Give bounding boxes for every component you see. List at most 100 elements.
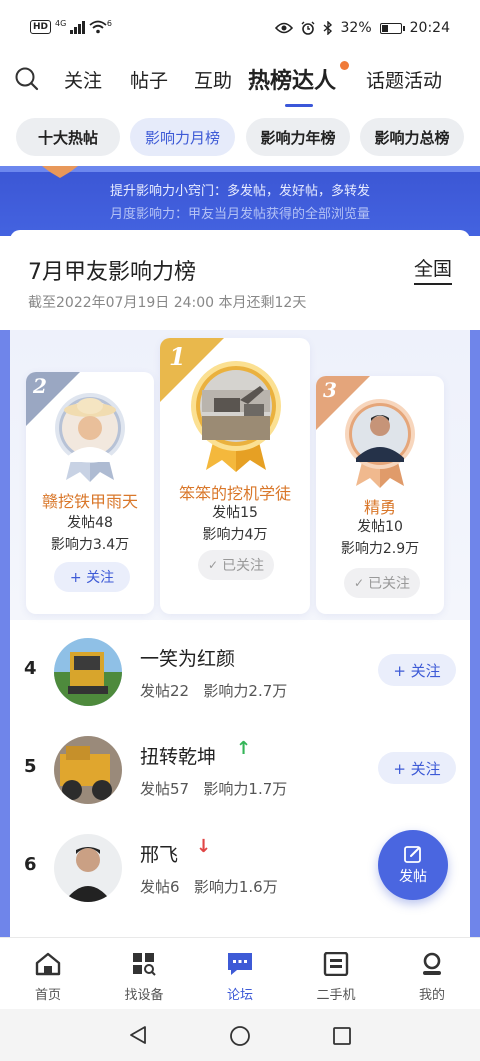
check-icon: ✓ — [353, 576, 365, 590]
tab-follow[interactable]: 关注 — [64, 66, 102, 93]
row-name[interactable]: 邢飞 — [140, 840, 178, 867]
row-name[interactable]: 一笑为红颜 — [140, 644, 235, 671]
alarm-icon — [301, 21, 315, 35]
bottom-tab-equipment[interactable]: 找设备 — [104, 952, 184, 1003]
row-rank: 5 — [24, 756, 37, 777]
system-navigation-bar — [0, 1009, 480, 1061]
tab-hot-ranking[interactable]: 热榜达人 — [248, 63, 336, 95]
row-influence: 影响力1.6万 — [193, 878, 278, 896]
home-circle-icon[interactable] — [229, 1025, 251, 1047]
tab-posts[interactable]: 帖子 — [130, 66, 168, 93]
bronze-medal-avatar — [345, 399, 415, 488]
row-posts: 发帖57 — [140, 780, 190, 798]
banner-desc: 月度影响力：甲友当月发帖获得的全部浏览量 — [109, 207, 370, 222]
followed-button-3[interactable]: ✓ 已关注 — [344, 568, 420, 598]
bottom-tab-label: 二手机 — [316, 988, 356, 1003]
bottom-tab-profile[interactable]: 我的 — [392, 952, 472, 1003]
new-post-button[interactable]: 发帖 — [378, 830, 448, 900]
bottom-tab-home[interactable]: 首页 — [8, 952, 88, 1003]
bottom-tab-used[interactable]: 二手机 — [296, 951, 376, 1003]
podium-posts-3: 发帖10 — [357, 519, 403, 535]
pill-total[interactable]: 影响力总榜 — [360, 118, 464, 156]
pill-top-ten[interactable]: 十大热帖 — [16, 118, 120, 156]
top-nav: 关注 帖子 互助 热榜达人 话题活动 — [0, 56, 480, 108]
tips-banner: 提升影响力小窍门：多发帖，发好帖，多转发 月度影响力：甲友当月发帖获得的全部浏览… — [0, 166, 480, 236]
rank-number-2: 2 — [33, 374, 47, 398]
tab-help[interactable]: 互助 — [194, 66, 232, 93]
new-post-label: 发帖 — [399, 869, 427, 885]
tab-topics[interactable]: 话题活动 — [366, 66, 442, 93]
followed-label-1: 已关注 — [222, 558, 265, 574]
row-posts: 发帖6 — [140, 878, 180, 896]
bottom-tab-bar: 首页 找设备 论坛 二手机 我的 — [0, 937, 480, 1009]
avatar — [54, 638, 122, 706]
silver-medal-avatar — [55, 393, 125, 482]
bottom-tab-label: 我的 — [418, 988, 445, 1003]
network-label: 4G — [55, 18, 67, 28]
hd-icon: HD — [30, 20, 52, 34]
list-item[interactable]: 4 一笑为红颜 发帖22 影响力2.7万 + 关注 — [10, 624, 470, 720]
ranking-header: 7月甲友影响力榜 全国 截至2022年07月19日 24:00 本月还剩12天 — [10, 230, 470, 330]
bottom-tab-forum[interactable]: 论坛 — [200, 952, 280, 1003]
follow-button[interactable]: + 关注 — [378, 752, 456, 784]
gold-medal-avatar — [191, 361, 281, 472]
podium-card-2[interactable]: 2 赣挖铁甲雨天 发帖48 影响力3.4万 + 关注 — [26, 372, 154, 614]
podium-name-1[interactable]: 笨笨的挖机学徒 — [160, 480, 310, 504]
podium-name-3[interactable]: 精勇 — [316, 494, 444, 518]
region-selector[interactable]: 全国 — [413, 254, 452, 285]
row-rank: 6 — [24, 854, 37, 875]
podium-influence-2: 影响力3.4万 — [50, 537, 130, 553]
podium-posts-2: 发帖48 — [67, 515, 113, 531]
chat-icon — [228, 953, 252, 975]
trend-up-icon: ↑ — [236, 738, 252, 759]
page-title: 7月甲友影响力榜 — [28, 260, 196, 285]
rank-number-1: 1 — [169, 342, 186, 371]
bluetooth-icon — [323, 21, 332, 35]
pill-yearly[interactable]: 影响力年榜 — [246, 118, 350, 156]
podium-name-2[interactable]: 赣挖铁甲雨天 — [26, 488, 154, 512]
wifi-gen-label: 6 — [106, 18, 112, 28]
row-rank: 4 — [24, 658, 37, 679]
battery-percent: 32% — [340, 20, 372, 36]
eye-icon — [274, 22, 293, 34]
check-icon: ✓ — [207, 558, 219, 572]
banner-tip: 提升影响力小窍门：多发帖，发好帖，多转发 — [109, 184, 370, 199]
avatar — [54, 736, 122, 804]
row-influence: 影响力2.7万 — [203, 682, 288, 700]
follow-button-2[interactable]: + 关注 — [54, 562, 130, 592]
status-right: 32% 20:24 — [274, 20, 450, 36]
list-item[interactable]: 5 扭转乾坤 ↑ 发帖57 影响力1.7万 + 关注 — [10, 722, 470, 818]
followed-label-3: 已关注 — [368, 576, 411, 592]
grid-icon — [133, 953, 156, 976]
edit-icon — [404, 846, 421, 863]
rank-number-3: 3 — [323, 378, 337, 402]
row-stats: 发帖6 影响力1.6万 — [140, 876, 278, 897]
podium-influence-1: 影响力4万 — [202, 527, 268, 543]
podium-card-1[interactable]: 1 笨笨的挖机学徒 发帖15 影响力4万 ✓ 已关注 — [160, 338, 310, 614]
podium-influence-3: 影响力2.9万 — [340, 541, 420, 557]
podium-card-3[interactable]: 3 精勇 发帖10 影响力2.9万 ✓ 已关注 — [316, 376, 444, 614]
search-icon[interactable] — [14, 66, 40, 92]
recent-apps-icon[interactable] — [332, 1026, 352, 1046]
deadline-text: 截至2022年07月19日 24:00 本月还剩12天 — [28, 295, 307, 311]
wifi-icon — [89, 20, 107, 34]
profile-icon — [423, 952, 441, 975]
side-strip-right — [470, 330, 480, 940]
podium-posts-1: 发帖15 — [212, 505, 258, 521]
followed-button-1[interactable]: ✓ 已关注 — [198, 550, 274, 580]
row-influence: 影响力1.7万 — [203, 780, 288, 798]
battery-icon — [379, 22, 405, 34]
tablet-icon — [323, 951, 349, 977]
follow-button[interactable]: + 关注 — [378, 654, 456, 686]
row-posts: 发帖22 — [140, 682, 190, 700]
pill-monthly[interactable]: 影响力月榜 — [130, 118, 235, 156]
bottom-tab-label: 首页 — [34, 988, 61, 1003]
active-tab-indicator — [285, 104, 313, 107]
trend-down-icon: ↓ — [196, 836, 212, 857]
bottom-tab-label: 找设备 — [124, 988, 164, 1003]
signal-icon — [70, 20, 85, 34]
back-icon[interactable] — [128, 1025, 148, 1045]
side-strip-left — [0, 330, 10, 940]
row-name[interactable]: 扭转乾坤 — [140, 742, 216, 769]
notification-dot — [340, 61, 349, 70]
